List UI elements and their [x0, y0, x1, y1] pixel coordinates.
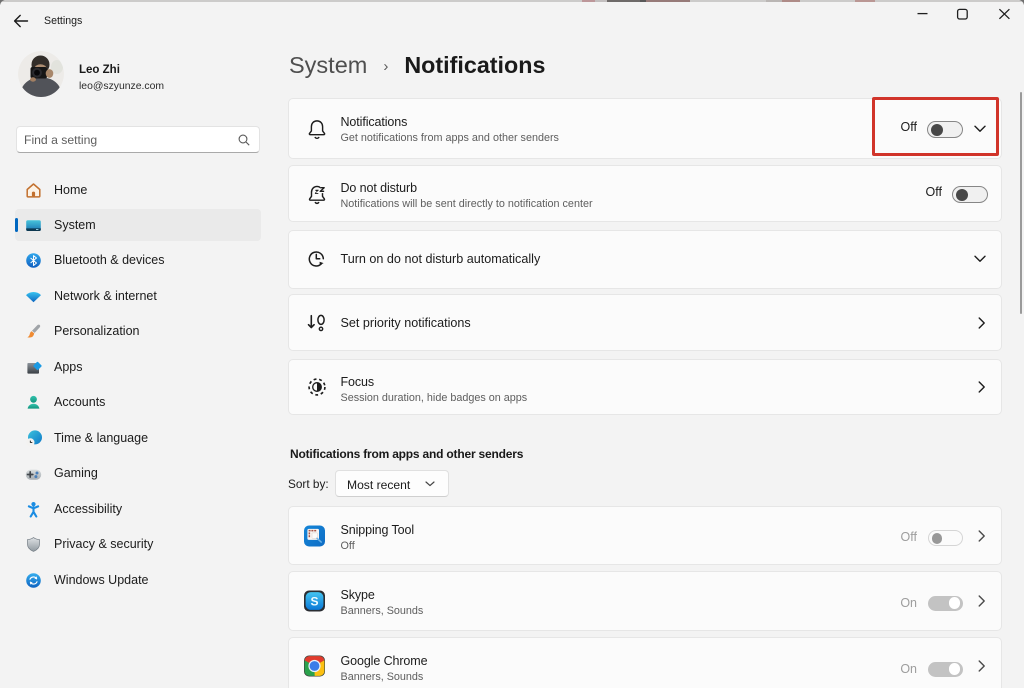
- svg-text:S: S: [310, 594, 318, 608]
